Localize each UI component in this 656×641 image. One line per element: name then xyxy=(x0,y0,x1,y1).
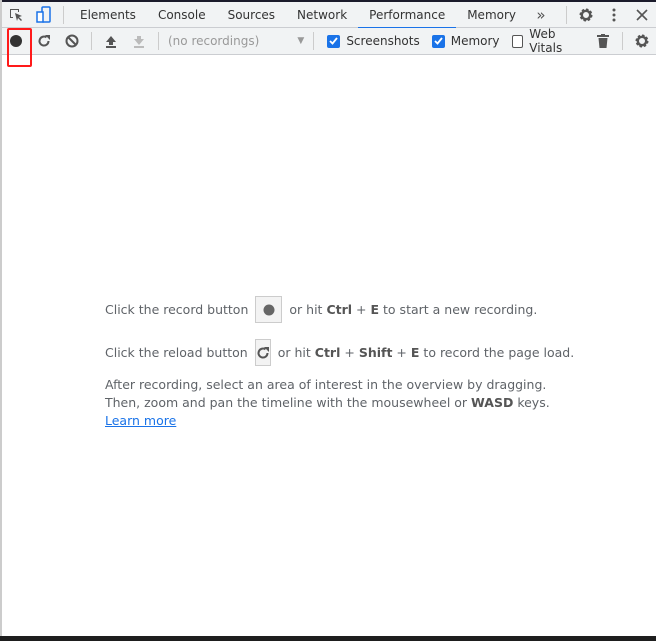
screenshots-checkbox[interactable]: Screenshots xyxy=(327,34,420,48)
instruction-text: or hit xyxy=(277,344,311,360)
landing-instructions: Click the record button or hit Ctrl + E … xyxy=(105,296,574,430)
instruction-text: to start a new recording. xyxy=(383,301,538,317)
checkbox-unchecked-icon xyxy=(511,34,524,48)
checkbox-checked-icon xyxy=(431,34,445,48)
capture-settings-gear-icon[interactable] xyxy=(628,28,656,54)
divider xyxy=(566,5,567,24)
checkbox-checked-icon xyxy=(327,34,341,48)
record-button-highlight xyxy=(7,28,32,67)
instruction-text: Click the reload button xyxy=(105,344,248,360)
plus: + xyxy=(344,344,355,360)
tab-elements[interactable]: Elements xyxy=(69,2,147,28)
tab-performance[interactable]: Performance xyxy=(358,2,457,29)
inline-record-button[interactable] xyxy=(255,296,283,323)
settings-gear-icon[interactable] xyxy=(572,2,600,28)
clear-block-icon[interactable] xyxy=(58,28,86,54)
memory-label: Memory xyxy=(450,34,500,48)
web-vitals-checkbox[interactable]: Web Vitals xyxy=(511,27,585,55)
close-icon[interactable] xyxy=(628,2,656,28)
tab-sources[interactable]: Sources xyxy=(217,2,286,28)
divider xyxy=(63,5,64,24)
performance-toolbar: (no recordings) ▼ Screenshots Memory Web … xyxy=(2,27,656,55)
inspect-element-button[interactable] xyxy=(2,2,30,28)
more-tabs-chevron-icon[interactable]: » xyxy=(527,2,555,28)
inline-reload-button[interactable] xyxy=(254,339,271,366)
learn-more-link[interactable]: Learn more xyxy=(105,413,176,428)
shortcut-key: Ctrl xyxy=(326,301,353,317)
divider xyxy=(313,32,315,50)
save-profile-download-icon[interactable] xyxy=(125,28,153,54)
load-profile-upload-icon[interactable] xyxy=(97,28,125,54)
divider xyxy=(158,32,159,50)
screenshots-label: Screenshots xyxy=(346,34,420,48)
web-vitals-label: Web Vitals xyxy=(529,27,563,55)
instruction-text: to record the page load. xyxy=(423,344,575,360)
shortcut-key: Shift xyxy=(358,344,393,360)
divider xyxy=(622,32,623,50)
devtools-tabbar: Elements Console Sources Network Perform… xyxy=(2,2,656,29)
instruction-text: Click the record button xyxy=(105,301,249,317)
shortcut-key: E xyxy=(370,301,380,317)
plus: + xyxy=(396,344,407,360)
dropdown-arrow-icon: ▼ xyxy=(297,36,305,46)
collect-garbage-trash-icon[interactable] xyxy=(589,28,617,54)
plus: + xyxy=(356,301,367,317)
instruction-text: keys. xyxy=(517,395,550,410)
more-options-kebab-icon[interactable] xyxy=(600,2,628,28)
tab-memory[interactable]: Memory xyxy=(456,2,527,28)
left-border xyxy=(0,0,2,641)
tab-network[interactable]: Network xyxy=(286,2,358,28)
shortcut-key: E xyxy=(410,344,420,360)
bottom-bar xyxy=(0,636,656,641)
divider xyxy=(91,32,92,50)
recordings-dropdown[interactable]: (no recordings) ▼ xyxy=(164,31,308,51)
shortcut-key: Ctrl xyxy=(314,344,341,360)
memory-checkbox[interactable]: Memory xyxy=(431,34,500,48)
device-toolbar-button[interactable] xyxy=(30,2,58,28)
shortcut-key: WASD xyxy=(471,395,514,410)
recordings-placeholder: (no recordings) xyxy=(168,34,260,48)
tab-console[interactable]: Console xyxy=(147,2,217,28)
reload-record-button[interactable] xyxy=(30,28,58,54)
instruction-text: or hit xyxy=(289,301,323,317)
